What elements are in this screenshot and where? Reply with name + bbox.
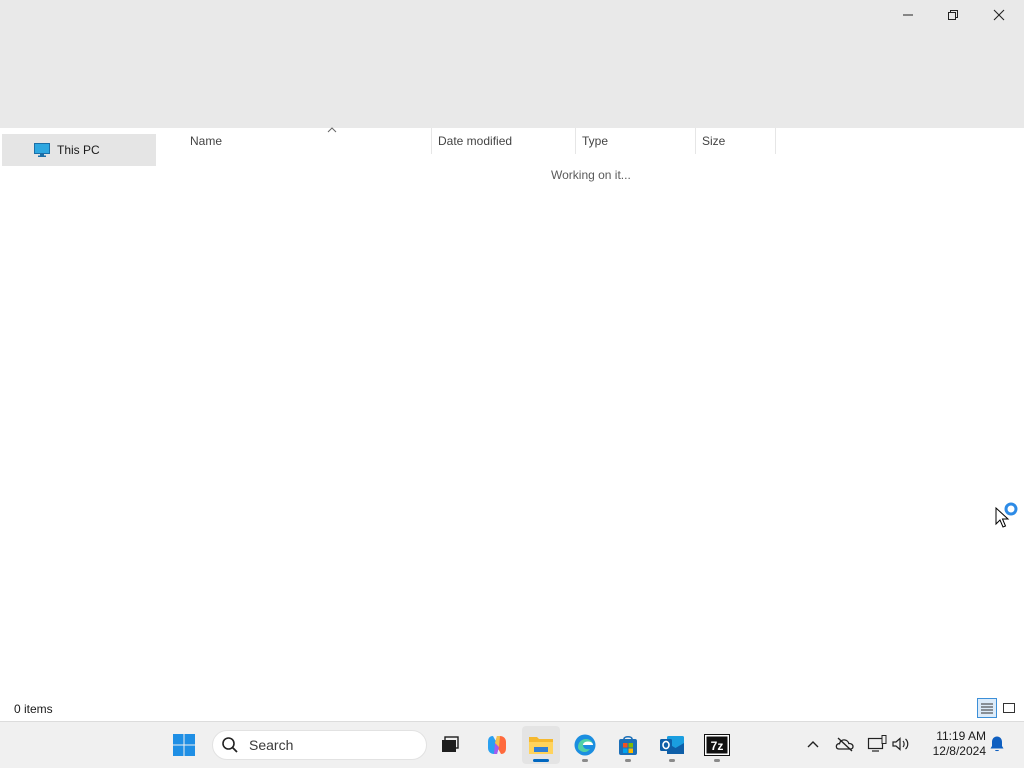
onedrive-tray-button[interactable] (833, 732, 857, 756)
search-icon (221, 736, 239, 754)
outlook-icon (660, 736, 684, 754)
column-header: Name Date modified Type Size (160, 126, 1024, 154)
close-button[interactable] (976, 0, 1022, 30)
taskbar: 7z 11:19 AM 12/8/2024 (0, 721, 1024, 768)
folder-icon (529, 737, 553, 754)
minimize-button[interactable] (885, 0, 931, 30)
column-label: Date modified (438, 134, 513, 148)
monitor-icon (34, 143, 50, 157)
windows-start-icon (173, 734, 195, 756)
svg-text:7z: 7z (711, 739, 724, 753)
store-icon (619, 735, 637, 755)
busy-cursor-icon (995, 502, 1021, 530)
notifications-button[interactable] (985, 732, 1009, 756)
restore-button[interactable] (930, 0, 976, 30)
title-bar (0, 0, 1024, 128)
clock-time: 11:19 AM (936, 729, 986, 743)
volume-tray-button[interactable] (889, 732, 913, 756)
start-button[interactable] (165, 726, 203, 764)
outlook-taskbar-button[interactable] (653, 726, 691, 764)
chevron-up-icon (807, 741, 819, 748)
nav-item-label: This PC (57, 143, 100, 157)
file-explorer-taskbar-button[interactable] (522, 726, 560, 764)
7zip-taskbar-button[interactable]: 7z (698, 726, 736, 764)
large-icons-view-button[interactable] (999, 698, 1019, 718)
notification-bell-icon (990, 736, 1004, 752)
network-tray-button[interactable] (865, 732, 889, 756)
7zip-icon: 7z (704, 734, 730, 756)
copilot-button[interactable] (478, 726, 516, 764)
network-icon (867, 735, 887, 752)
column-size[interactable]: Size (696, 128, 776, 154)
edge-taskbar-button[interactable] (566, 726, 604, 764)
taskbar-clock[interactable]: 11:19 AM 12/8/2024 (916, 729, 986, 759)
column-label: Name (190, 134, 223, 148)
copilot-icon (488, 736, 506, 754)
onedrive-offline-icon (835, 737, 854, 752)
restore-icon (948, 10, 958, 20)
active-app-indicator (533, 759, 549, 762)
column-name[interactable]: Name (184, 126, 432, 154)
open-app-indicator (669, 759, 675, 762)
show-hidden-icons-button[interactable] (801, 732, 825, 756)
loading-message: Working on it... (551, 168, 631, 182)
close-icon (993, 9, 1005, 21)
status-bar: 0 items (0, 696, 1024, 720)
navigation-pane: This PC (0, 128, 160, 692)
open-app-indicator (625, 759, 631, 762)
column-label: Size (702, 134, 726, 148)
sort-ascending-icon (327, 126, 337, 134)
open-app-indicator (714, 759, 720, 762)
store-taskbar-button[interactable] (609, 726, 647, 764)
edge-icon (574, 734, 596, 756)
column-type[interactable]: Type (576, 128, 696, 154)
nav-item-this-pc[interactable]: This PC (2, 134, 156, 166)
details-view-icon (981, 703, 993, 714)
item-count: 0 items (14, 702, 53, 716)
taskbar-search[interactable] (212, 730, 427, 760)
volume-icon (892, 737, 909, 751)
details-view-button[interactable] (977, 698, 997, 718)
task-view-icon (442, 736, 459, 752)
open-app-indicator (582, 759, 588, 762)
task-view-button[interactable] (431, 726, 469, 764)
clock-date: 12/8/2024 (932, 744, 986, 758)
column-label: Type (582, 134, 609, 148)
column-date-modified[interactable]: Date modified (432, 128, 576, 154)
minimize-icon (903, 14, 913, 16)
large-icons-view-icon (1003, 703, 1015, 713)
search-input[interactable] (247, 736, 401, 754)
